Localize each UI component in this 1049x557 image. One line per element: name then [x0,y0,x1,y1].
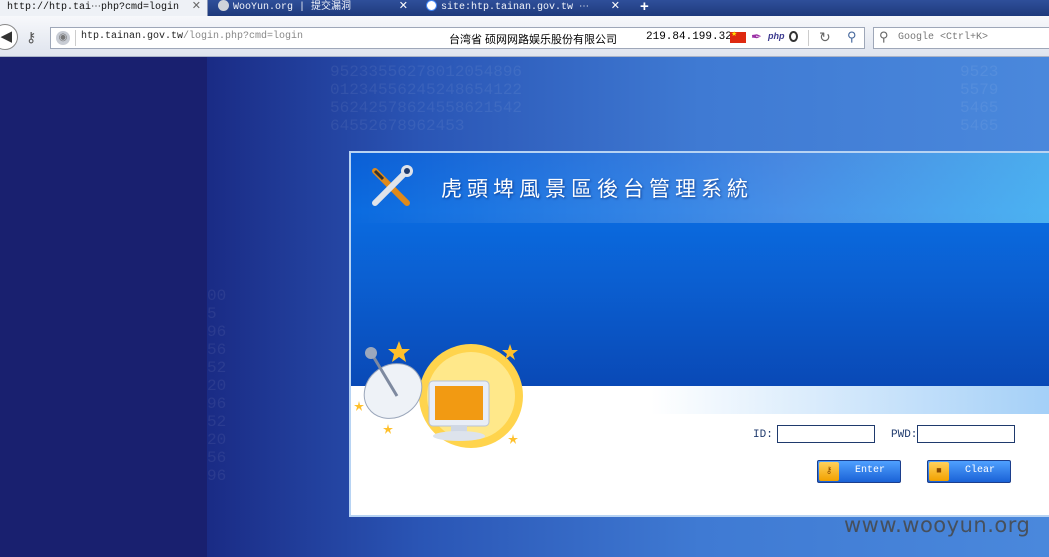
system-title: 虎頭埤風景區後台管理系統 [441,177,753,201]
url-domain: htp.tainan.gov.tw [81,31,184,42]
wooyun-favicon-icon [218,0,229,11]
id-label: ID: [753,429,773,441]
clear-button[interactable]: ■ Clear [927,460,1011,483]
clear-icon: ■ [929,462,949,481]
url-text[interactable]: htp.tainan.gov.tw/login.php?cmd=login [81,31,303,42]
watermark: www.wooyun.org [844,513,1031,537]
enter-button[interactable]: ⚷ Enter [817,460,901,483]
tools-icon [372,165,413,206]
php-badge[interactable]: php [768,31,785,41]
navigation-bar: ◀ ⚷ ◉ htp.tainan.gov.tw/login.php?cmd=lo… [0,16,1049,57]
tab-title: site:htp.tainan.gov.tw ⋯ [441,2,590,13]
close-icon[interactable]: ✕ [611,0,620,15]
clear-button-label: Clear [964,465,995,476]
search-icon[interactable]: ⚲ [847,29,857,45]
close-icon[interactable]: ✕ [192,0,201,15]
tab-wooyun[interactable]: WooYun.org | 提交漏洞 ✕ [218,0,414,16]
id-input[interactable] [777,425,875,443]
password-input[interactable] [917,425,1015,443]
key-icon: ⚷ [819,462,839,481]
flag-cn-icon [730,30,746,43]
page-content: 95233556278012054896 0123455624524865412… [0,57,1049,557]
pwd-label: PWD: [891,429,918,441]
key-icon[interactable]: ⚷ [26,29,36,46]
globe-icon: ◉ [56,31,70,45]
url-path: /login.php?cmd=login [183,31,304,42]
tab-title: http://htp.tai⋯php?cmd=login [7,2,180,13]
reload-icon[interactable]: ↻ [819,29,831,46]
close-icon[interactable]: ✕ [399,0,408,15]
enter-button-label: Enter [854,465,885,476]
google-favicon-icon [426,0,437,11]
tab-title: WooYun.org | 提交漏洞 [233,2,352,13]
search-placeholder: Google <Ctrl+K> [898,32,989,43]
back-icon: ◀ [0,28,12,45]
search-field[interactable]: ⚲ Google <Ctrl+K> [873,27,1049,49]
left-background [0,57,207,557]
search-icon: ⚲ [879,29,889,44]
tab-login[interactable]: http://htp.tai⋯php?cmd=login ✕ [0,0,208,16]
isp-location: 台湾省 硕网网路娱乐股份有限公司 [449,34,618,46]
satellite-dish-icon [354,341,523,448]
feather-icon[interactable]: ✒ [751,29,762,45]
new-tab-button[interactable]: + [640,0,649,15]
login-panel: 虎頭埤風景區後台管理系統 ID: PWD: ⚷ Enter ■ Clear [349,151,1049,517]
server-ip: 219.84.199.32 [646,31,732,43]
address-bar[interactable]: ◉ htp.tainan.gov.tw/login.php?cmd=login … [50,27,865,49]
opera-icon[interactable] [789,31,798,42]
tab-bar: http://htp.tai⋯php?cmd=login ✕ WooYun.or… [0,0,1049,16]
back-button[interactable]: ◀ [0,24,18,50]
tab-google-search[interactable]: site:htp.tainan.gov.tw ⋯ ✕ [426,0,626,16]
